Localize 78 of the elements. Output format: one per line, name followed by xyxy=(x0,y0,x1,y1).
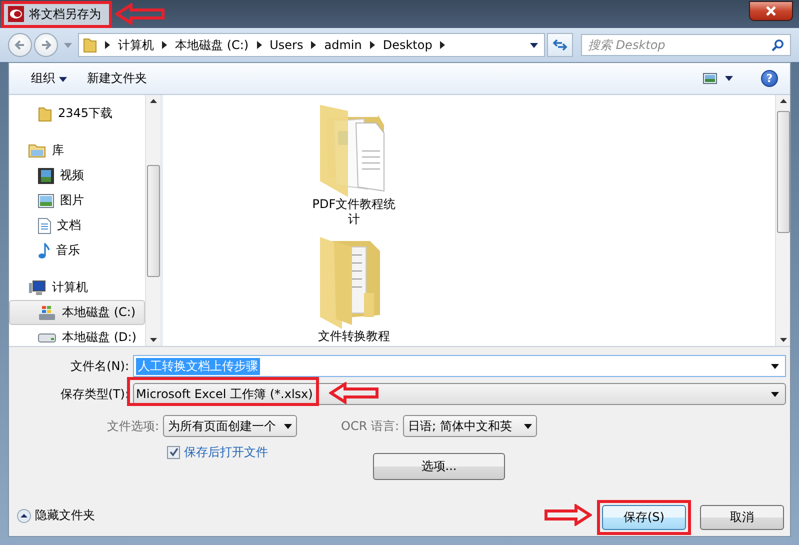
caret-icon[interactable] xyxy=(725,76,733,81)
scrollbar[interactable] xyxy=(775,95,790,346)
annotation-arrow xyxy=(329,382,379,404)
chevron-icon[interactable] xyxy=(440,41,446,49)
hide-folders-button[interactable]: 隐藏文件夹 xyxy=(17,507,95,524)
breadcrumb[interactable]: Users xyxy=(270,38,304,52)
save-type-dropdown[interactable]: Microsoft Excel 工作簿 (*.xlsx) xyxy=(133,383,786,405)
right-arrow-icon xyxy=(40,39,52,51)
left-arrow-icon xyxy=(14,39,26,51)
back-button[interactable] xyxy=(8,33,32,57)
close-icon xyxy=(765,6,777,16)
file-name-label: 文件名(N): xyxy=(70,358,129,374)
music-note-icon xyxy=(38,242,50,258)
nav-item[interactable]: 计算机 xyxy=(9,275,145,300)
folder-item[interactable]: 文件转换教程 xyxy=(306,233,402,350)
dropdown-arrow-icon[interactable] xyxy=(771,364,779,368)
scroll-up-arrow-icon[interactable] xyxy=(780,99,786,103)
nav-item[interactable]: 视频 xyxy=(9,163,145,188)
dropdown-arrow-icon xyxy=(524,424,532,428)
ocr-language-dropdown[interactable]: 日语; 简体中文和英 xyxy=(403,415,538,437)
drive-icon xyxy=(38,304,56,320)
scroll-down-arrow-icon[interactable] xyxy=(780,338,786,342)
scroll-up-arrow-icon[interactable] xyxy=(150,99,156,103)
picture-icon xyxy=(38,194,54,208)
nav-item[interactable]: 图片 xyxy=(9,188,145,213)
window-title: 将文档另存为 xyxy=(4,4,109,24)
nav-item[interactable]: 本地磁盘 (D:) xyxy=(9,325,145,350)
dropdown-arrow-icon[interactable] xyxy=(771,392,779,396)
dropdown-arrow-icon xyxy=(284,424,292,428)
nav-item[interactable]: 库 xyxy=(9,138,145,163)
ocr-language-label: OCR 语言: xyxy=(341,418,400,434)
scrollbar[interactable] xyxy=(145,95,160,346)
organize-menu[interactable]: 组织 xyxy=(25,68,73,89)
forward-button[interactable] xyxy=(34,33,58,57)
folder-icon xyxy=(83,37,97,53)
nav-item[interactable]: 2345下载 xyxy=(9,101,145,126)
search-field[interactable]: 搜索 Desktop xyxy=(581,34,791,56)
chevron-icon[interactable] xyxy=(162,41,167,49)
folder-item[interactable]: PDF文件教程统计 xyxy=(306,101,402,233)
breadcrumb[interactable]: admin xyxy=(324,38,362,52)
save-type-label: 保存类型(T): xyxy=(59,386,129,402)
refresh-arrows-icon xyxy=(552,38,568,52)
breadcrumb[interactable]: 计算机 xyxy=(118,36,154,54)
options-button[interactable]: 选项... xyxy=(373,453,505,480)
caret-icon xyxy=(58,77,67,82)
save-button[interactable]: 保存(S) xyxy=(602,505,686,530)
new-folder-button[interactable]: 新建文件夹 xyxy=(80,68,153,89)
nav-item[interactable]: 音乐 xyxy=(9,238,145,263)
refresh-button[interactable] xyxy=(547,33,573,57)
folder-icon xyxy=(38,106,52,122)
cancel-button[interactable]: 取消 xyxy=(700,505,784,530)
chevron-icon[interactable] xyxy=(370,41,375,49)
annotation-arrow xyxy=(115,3,165,25)
scroll-down-arrow-icon[interactable] xyxy=(150,338,156,342)
app-logo-icon xyxy=(8,6,24,22)
nav-item[interactable]: 本地磁盘 (C:) xyxy=(9,300,145,325)
library-icon xyxy=(28,143,46,158)
document-icon xyxy=(38,218,51,234)
breadcrumb[interactable]: Desktop xyxy=(382,38,432,52)
dropdown-arrow-icon[interactable] xyxy=(530,42,538,48)
breadcrumb[interactable]: 本地磁盘 (C:) xyxy=(175,36,249,54)
annotation-arrow xyxy=(544,504,592,526)
chevron-icon[interactable] xyxy=(256,41,262,49)
nav-item[interactable]: 文档 xyxy=(9,213,145,238)
open-after-save-checkbox[interactable]: 保存后打开文件 xyxy=(167,443,268,461)
view-icon[interactable] xyxy=(703,73,717,84)
address-bar[interactable]: 计算机 本地磁盘 (C:) Users admin Desktop xyxy=(78,33,545,57)
search-icon xyxy=(771,39,784,52)
close-button[interactable] xyxy=(749,1,793,21)
chevron-icon[interactable] xyxy=(105,41,110,49)
checkbox[interactable] xyxy=(167,446,180,458)
film-icon xyxy=(38,168,54,184)
collapse-icon xyxy=(17,508,31,522)
computer-icon xyxy=(28,280,46,296)
file-options-dropdown[interactable]: 为所有页面创建一个 xyxy=(163,415,297,437)
file-options-label: 文件选项: xyxy=(106,418,159,434)
drive-icon xyxy=(38,332,56,342)
chevron-icon[interactable] xyxy=(311,41,316,49)
